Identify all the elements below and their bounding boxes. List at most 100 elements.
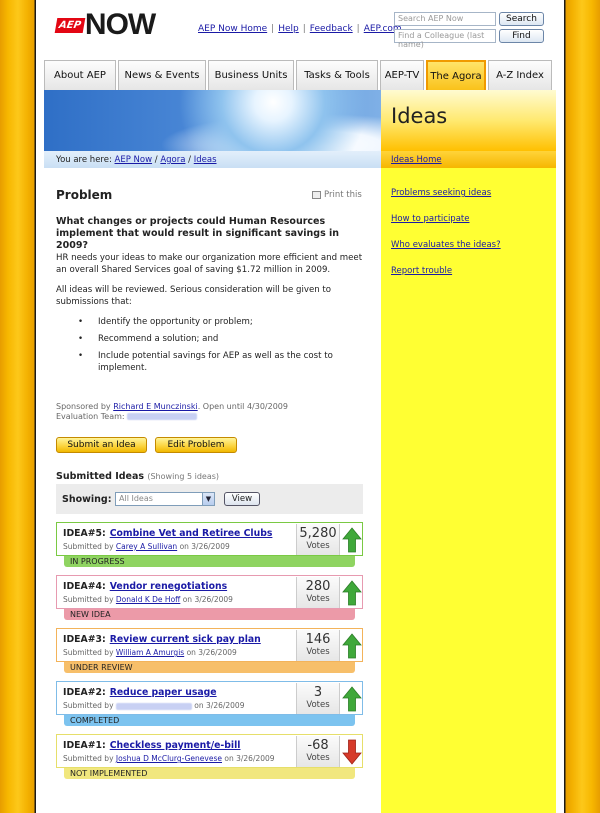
idea-title: IDEA#2: Reduce paper usage [63, 687, 217, 698]
tab-news-events[interactable]: News & Events [118, 60, 206, 90]
vote-up-arrow-icon[interactable] [342, 632, 362, 660]
vote-up-arrow-icon[interactable] [342, 685, 362, 713]
ideas-filter-select[interactable]: All Ideas ▼ [115, 492, 215, 506]
idea-card: IDEA#1: Checkless payment/e-bill Submitted… [56, 734, 363, 768]
submitted-by-prefix: Submitted by [63, 542, 114, 551]
sky-banner-image [44, 90, 381, 151]
vote-count-box: 280 Votes [296, 577, 340, 608]
status-badge: NEW IDEA [64, 609, 355, 620]
sponsor-info: Sponsored by Richard E Munczinski. Open … [56, 402, 288, 422]
idea-title-link[interactable]: Review current sick pay plan [110, 634, 261, 645]
open-until: . Open until 4/30/2009 [197, 402, 288, 411]
chevron-down-icon: ▼ [202, 493, 214, 505]
view-button[interactable]: View [224, 492, 260, 506]
showing-label: Showing: [62, 494, 112, 505]
status-badge: COMPLETED [64, 715, 355, 726]
vote-count: 5,280 [299, 526, 337, 541]
submission-date: on 3/26/2009 [194, 701, 245, 710]
vote-up-arrow-icon[interactable] [342, 579, 362, 607]
criteria-list: Identify the opportunity or problem; Rec… [78, 316, 368, 379]
list-item: Include potential savings for AEP as wel… [78, 350, 368, 374]
sidebar-item-how-to-participate[interactable]: How to participate [391, 214, 469, 224]
print-label: Print this [324, 190, 362, 200]
link-feedback[interactable]: Feedback [310, 24, 353, 34]
sidebar: Problems seeking ideas How to participat… [381, 168, 556, 813]
list-item: Identify the opportunity or problem; [78, 316, 368, 328]
page: AEP NOW AEP Now Home | Help | Feedback | AEP.c… [36, 0, 564, 813]
status-badge: UNDER REVIEW [64, 662, 355, 673]
submission-date: on 3/26/2009 [224, 754, 275, 763]
list-item: Recommend a solution; and [78, 333, 368, 345]
vote-count: 3 [313, 685, 323, 700]
idea-number: IDEA#4: [63, 581, 106, 592]
tab-tasks-tools[interactable]: Tasks & Tools [296, 60, 378, 90]
aep-now-logo[interactable]: AEP NOW [54, 8, 156, 42]
idea-title-link[interactable]: Vendor renegotiations [110, 581, 227, 592]
printer-icon [312, 191, 321, 199]
idea-title-link[interactable]: Combine Vet and Retiree Clubs [110, 528, 273, 539]
sidebar-item-report-trouble[interactable]: Report trouble [391, 266, 452, 276]
breadcrumb-ideas[interactable]: Ideas [194, 155, 217, 165]
submission-date: on 3/26/2009 [186, 648, 237, 657]
search-input[interactable]: Search AEP Now [394, 12, 496, 26]
problem-paragraph-1: HR needs your ideas to make our organiza… [56, 253, 363, 275]
idea-card: IDEA#5: Combine Vet and Retiree Clubs Subm… [56, 522, 363, 556]
idea-title-link[interactable]: Reduce paper usage [110, 687, 217, 698]
vote-count-box: 3 Votes [296, 683, 340, 714]
submitter-link[interactable]: William A Amurgis [116, 648, 184, 657]
vote-down-arrow-icon[interactable] [342, 738, 362, 766]
breadcrumb-agora[interactable]: Agora [160, 155, 185, 165]
find-colleague-input[interactable]: Find a Colleague (last name) [394, 29, 496, 49]
submitted-by-prefix: Submitted by [63, 701, 114, 710]
idea-submitted-by: Submitted by Carey A Sullivan on 3/26/20… [63, 542, 230, 551]
tab-the-agora[interactable]: The Agora [426, 60, 486, 90]
edit-problem-button[interactable]: Edit Problem [155, 437, 237, 453]
sidebar-item-who-evaluates[interactable]: Who evaluates the ideas? [391, 240, 501, 250]
submit-idea-button[interactable]: Submit an Idea [56, 437, 147, 453]
problem-question: What changes or projects could Human Res… [56, 216, 340, 251]
breadcrumb: You are here: AEP Now / Agora / Ideas [44, 151, 381, 168]
ideas-home-link[interactable]: Ideas Home [391, 155, 442, 165]
separator: | [271, 24, 275, 34]
submitter-link[interactable]: Donald K De Hoff [116, 595, 180, 604]
vote-count-box: 146 Votes [296, 630, 340, 661]
idea-submitted-by: Submitted by William A Amurgis on 3/26/2… [63, 648, 237, 657]
tab-aep-tv[interactable]: AEP-TV [380, 60, 424, 90]
search-button[interactable]: Search [499, 12, 544, 26]
sponsored-prefix: Sponsored by [56, 402, 111, 411]
idea-item: IDEA#2: Reduce paper usage Submitted by on… [56, 681, 363, 729]
link-help[interactable]: Help [278, 24, 299, 34]
problem-paragraph-2: All ideas will be reviewed. Serious cons… [56, 285, 332, 307]
find-button[interactable]: Find [499, 29, 544, 43]
vote-count: 146 [305, 632, 331, 647]
idea-number: IDEA#3: [63, 634, 106, 645]
votes-label: Votes [306, 753, 330, 763]
sidebar-item-problems[interactable]: Problems seeking ideas [391, 188, 491, 198]
submitter-link[interactable]: Joshua D McClurg-Genevese [116, 754, 222, 763]
sidebar-title: Ideas [381, 90, 556, 151]
sponsor-link[interactable]: Richard E Munczinski [113, 402, 197, 411]
vote-up-arrow-icon[interactable] [342, 526, 362, 554]
print-link[interactable]: Print this [312, 190, 362, 200]
idea-title-link[interactable]: Checkless payment/e-bill [110, 740, 241, 751]
logo-text: NOW [84, 8, 156, 41]
link-aep-now-home[interactable]: AEP Now Home [198, 24, 267, 34]
submitted-ideas-heading: Submitted Ideas (Showing 5 ideas) [56, 471, 219, 482]
page-title: Problem [56, 188, 113, 202]
vote-count-box: 5,280 Votes [296, 524, 340, 555]
idea-number: IDEA#2: [63, 687, 106, 698]
separator: | [356, 24, 360, 34]
tab-a-z-index[interactable]: A-Z Index [488, 60, 552, 90]
status-badge: IN PROGRESS [64, 556, 355, 567]
tab-about-aep[interactable]: About AEP [44, 60, 116, 90]
breadcrumb-aep-now[interactable]: AEP Now [115, 155, 153, 165]
submitted-title: Submitted Ideas [56, 471, 145, 482]
separator: | [302, 24, 306, 34]
vote-count-box: -68 Votes [296, 736, 340, 767]
tab-business-units[interactable]: Business Units [208, 60, 294, 90]
submitter-link[interactable]: Carey A Sullivan [116, 542, 177, 551]
idea-item: IDEA#4: Vendor renegotiations Submitted by… [56, 575, 363, 623]
idea-card: IDEA#2: Reduce paper usage Submitted by on… [56, 681, 363, 715]
idea-item: IDEA#3: Review current sick pay plan Submi… [56, 628, 363, 676]
redacted-names [127, 413, 198, 420]
